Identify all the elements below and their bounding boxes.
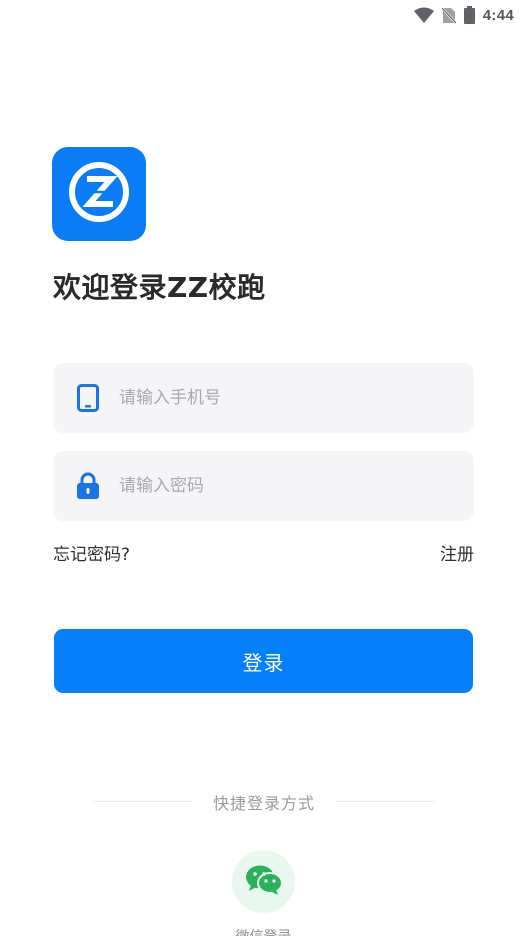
quick-login-title: 快捷登录方式 xyxy=(212,794,315,813)
wechat-icon xyxy=(245,864,283,900)
tablet-icon xyxy=(75,384,101,412)
forgot-password-link[interactable]: 忘记密码? xyxy=(53,540,130,565)
password-input[interactable] xyxy=(119,451,459,521)
status-icons: 4:44 xyxy=(413,5,514,25)
login-button[interactable]: 登录 xyxy=(54,629,473,693)
page-title: 欢迎登录ZZ校跑 xyxy=(53,271,266,304)
no-sim-icon xyxy=(441,6,456,24)
quick-login-divider: 快捷登录方式 xyxy=(93,786,435,818)
status-bar: 4:44 xyxy=(0,0,526,30)
wifi-icon xyxy=(413,7,434,23)
battery-icon xyxy=(463,6,475,24)
zz-logo-icon xyxy=(67,160,131,228)
phone-field[interactable] xyxy=(53,363,474,433)
phone-input[interactable] xyxy=(119,363,459,433)
wechat-login-button[interactable] xyxy=(232,850,295,913)
app-logo xyxy=(52,147,146,241)
wechat-login-label: 微信登录 xyxy=(200,926,327,936)
status-time: 4:44 xyxy=(482,6,514,24)
divider-line-right xyxy=(335,801,435,802)
register-link[interactable]: 注册 xyxy=(440,540,474,565)
password-field[interactable] xyxy=(53,451,474,521)
lock-icon xyxy=(75,472,101,500)
